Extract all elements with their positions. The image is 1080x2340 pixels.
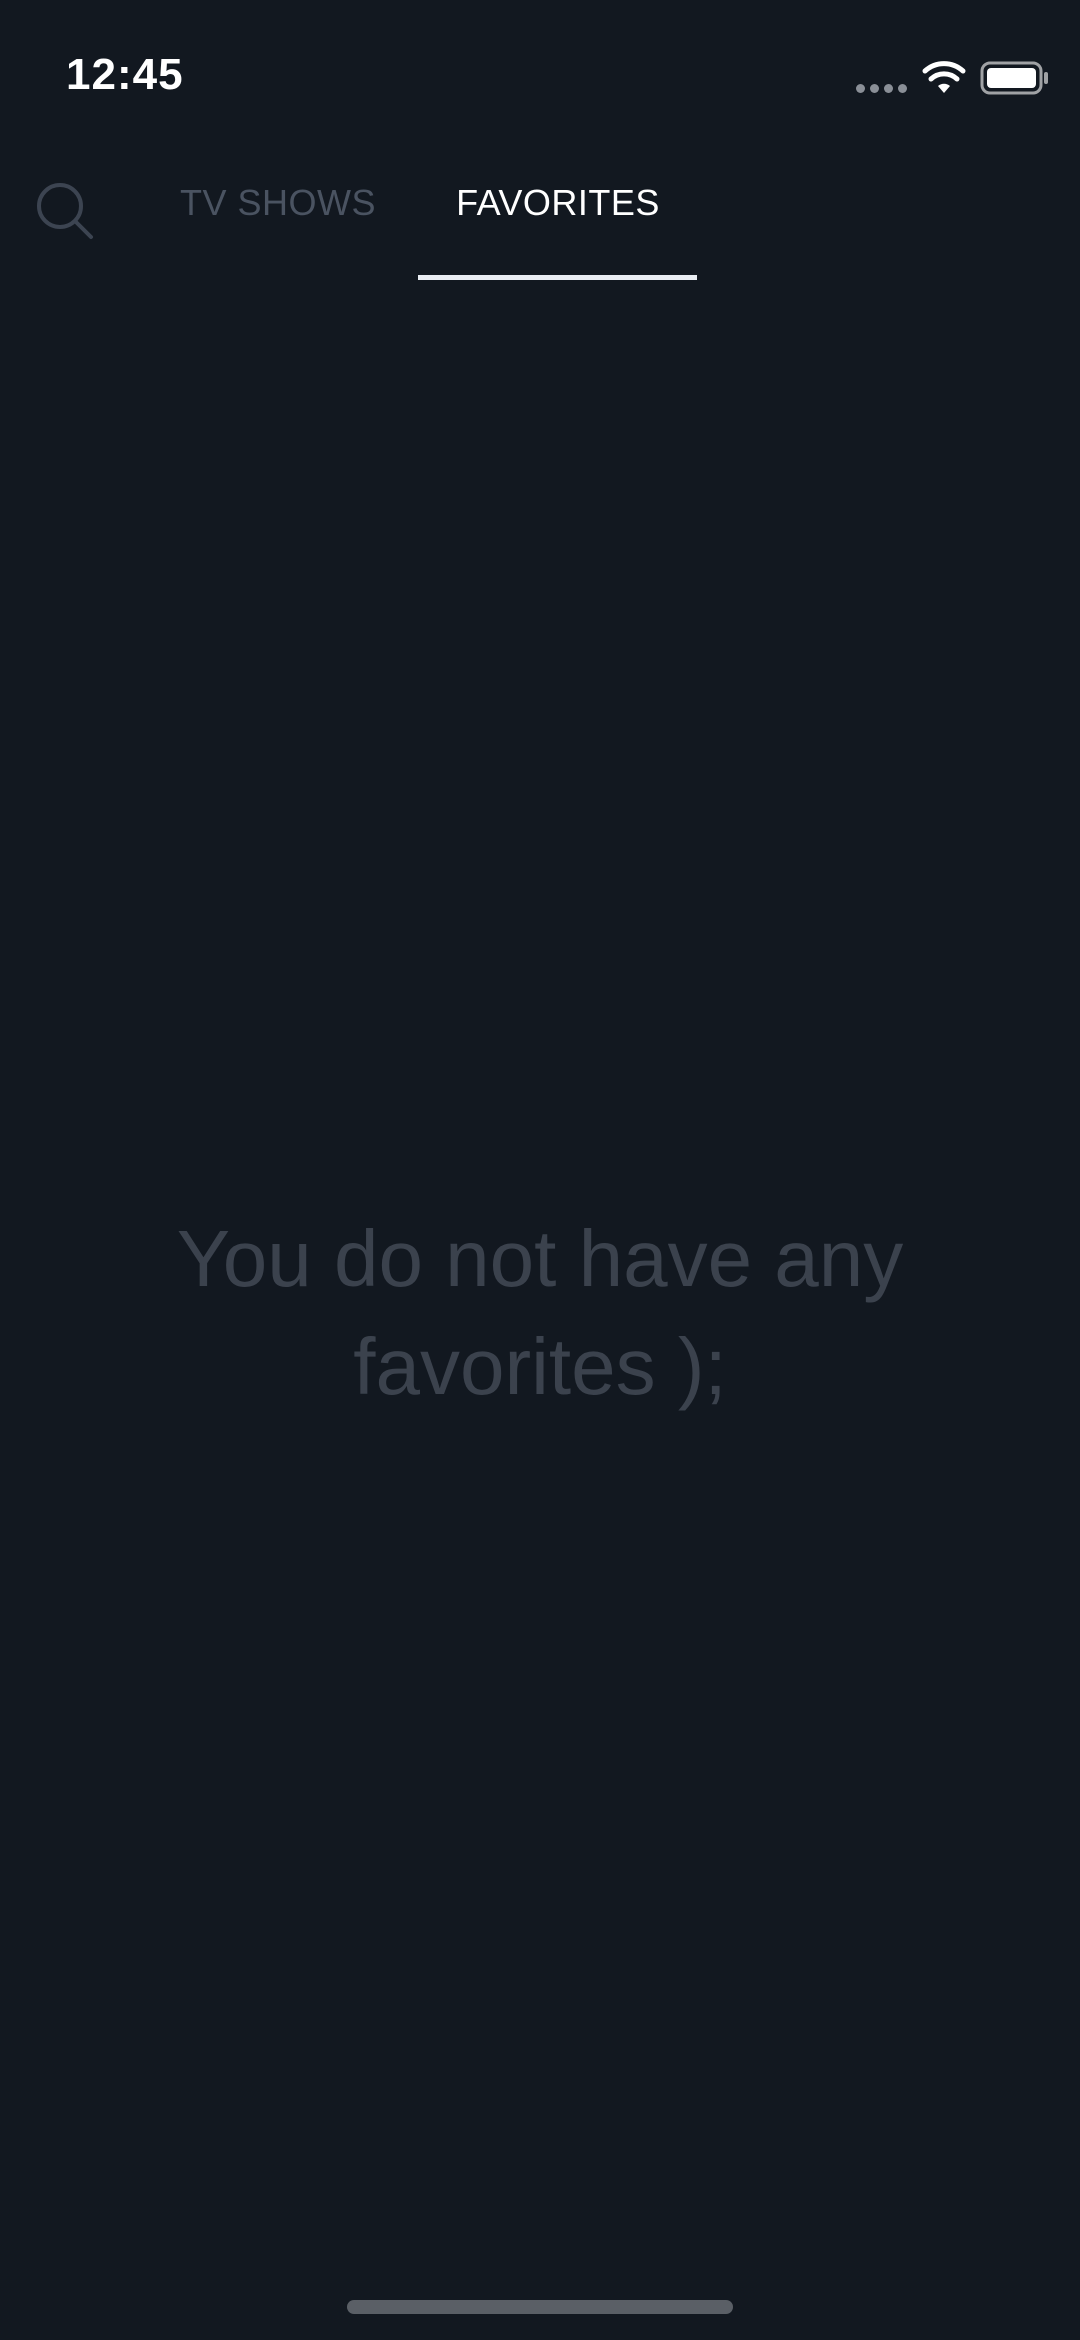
- cellular-signal-icon: [856, 84, 908, 94]
- favorites-screen: 12:45 TV SHOWS FAVORITES You do not have…: [0, 0, 1080, 2340]
- status-bar: 12:45: [0, 0, 1080, 150]
- empty-state-message: You do not have any favorites );: [176, 1214, 904, 1411]
- tab-favorites[interactable]: FAVORITES: [418, 182, 698, 282]
- tab-bar: TV SHOWS FAVORITES: [0, 160, 1080, 285]
- home-indicator[interactable]: [347, 2300, 733, 2314]
- tab-tv-shows[interactable]: TV SHOWS: [160, 182, 396, 282]
- active-tab-indicator: [418, 275, 697, 280]
- wifi-icon: [922, 61, 966, 93]
- search-icon[interactable]: [34, 180, 96, 242]
- status-time: 12:45: [66, 50, 184, 99]
- battery-icon: [980, 61, 1048, 95]
